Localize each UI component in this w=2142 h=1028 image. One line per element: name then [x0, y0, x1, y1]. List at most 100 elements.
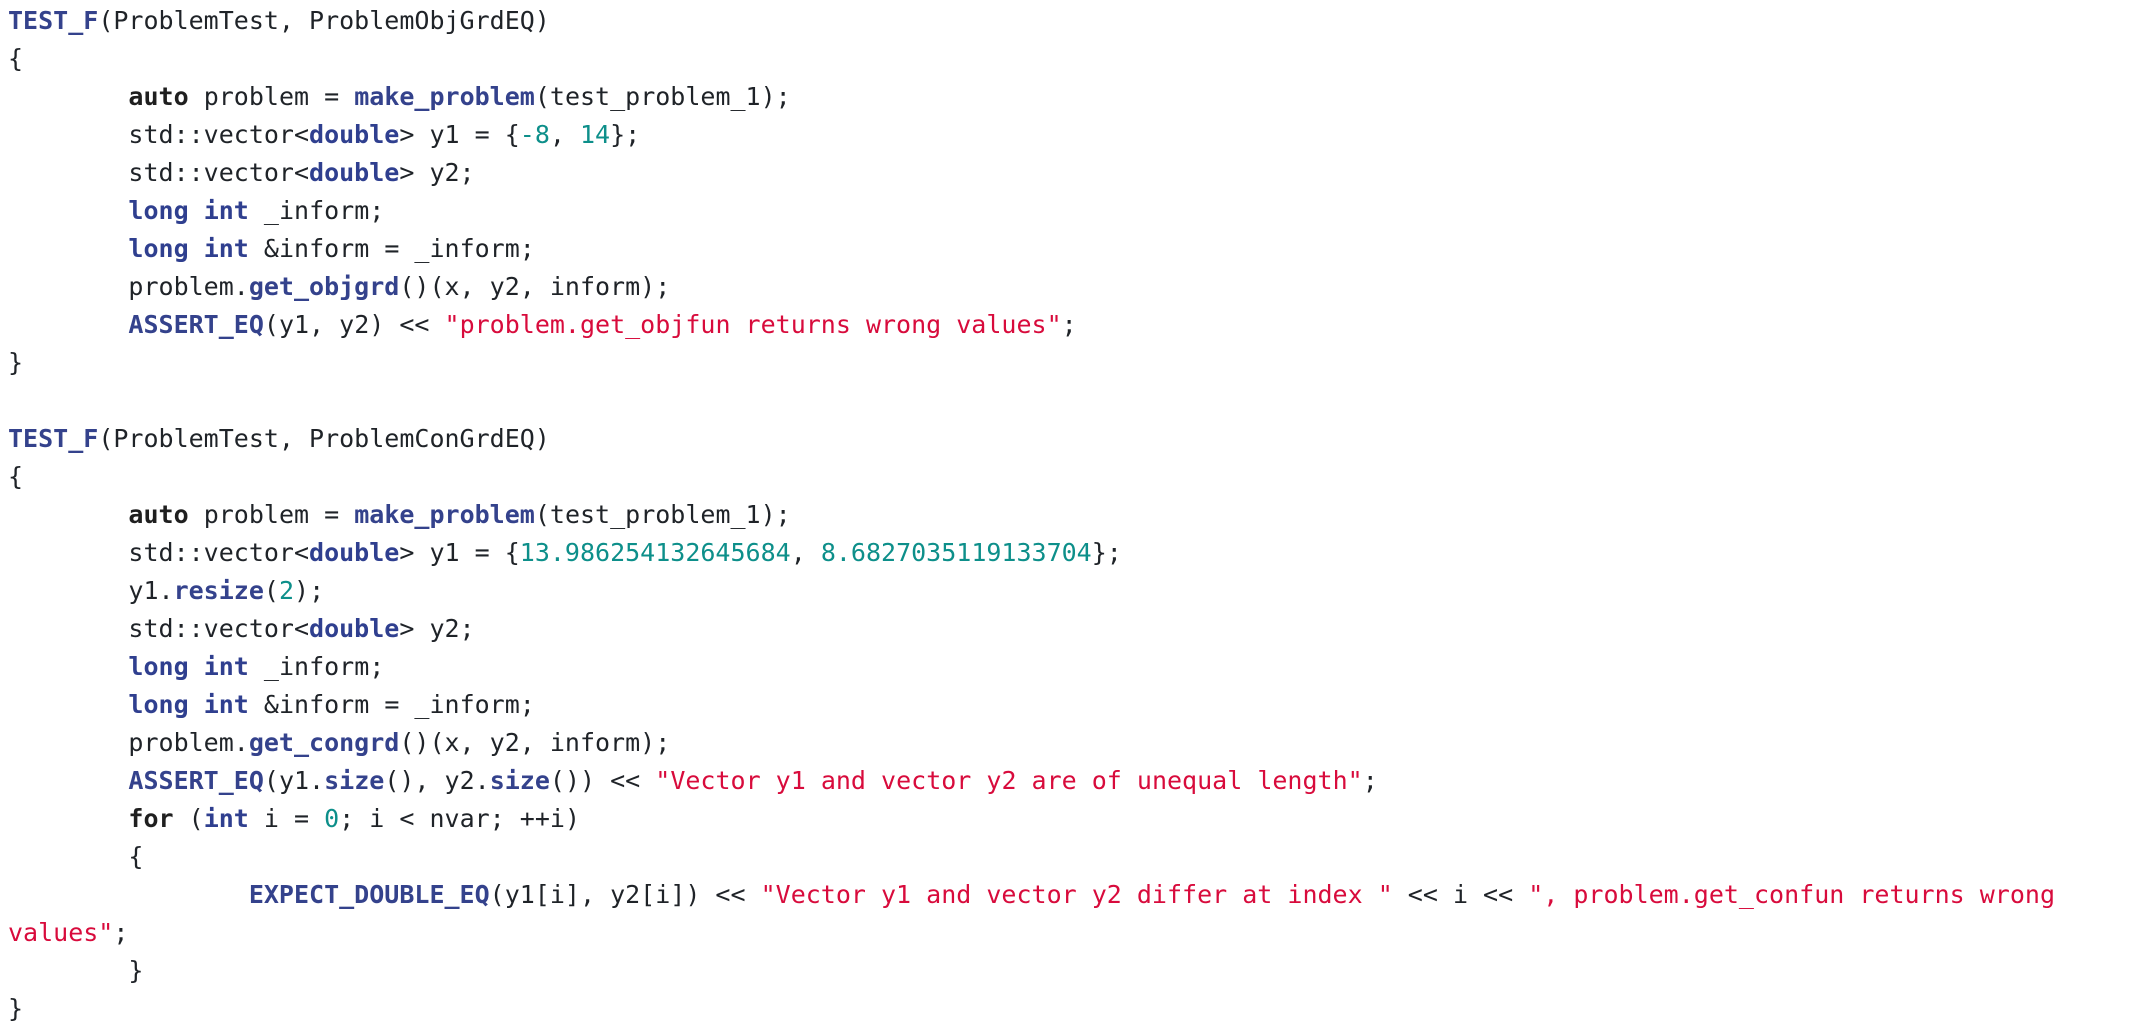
code-line: auto problem = make_problem(test_problem…	[8, 496, 2138, 534]
code-token: _inform;	[248, 196, 385, 225]
code-token: int	[203, 652, 249, 681]
code-token: (ProblemTest, ProblemConGrdEQ)	[98, 424, 550, 453]
code-token: 0	[324, 804, 340, 833]
code-token: problem.	[8, 272, 249, 301]
code-token: -8	[519, 120, 550, 149]
code-line: long int &inform = _inform;	[8, 230, 2138, 268]
code-token: (	[263, 576, 279, 605]
code-line: }	[8, 344, 2138, 382]
code-token: auto	[128, 82, 189, 111]
code-token: double	[309, 614, 400, 643]
code-line: ASSERT_EQ(y1.size(), y2.size()) << "Vect…	[8, 762, 2138, 800]
code-token: int	[203, 234, 249, 263]
code-line: TEST_F(ProblemTest, ProblemObjGrdEQ)	[8, 2, 2138, 40]
code-line: std::vector<double> y1 = {-8, 14};	[8, 116, 2138, 154]
code-token: std::vector<	[8, 614, 310, 643]
code-token: ASSERT_EQ	[128, 310, 264, 339]
code-token: double	[309, 158, 400, 187]
code-token: double	[309, 120, 400, 149]
code-token: ,	[790, 538, 821, 567]
code-token: }	[8, 956, 144, 985]
code-token: int	[203, 804, 249, 833]
code-token: for	[128, 804, 174, 833]
code-token: resize	[173, 576, 264, 605]
code-token: ()(x, y2, inform);	[399, 272, 671, 301]
code-token: (test_problem_1);	[534, 82, 791, 111]
code-line: std::vector<double> y1 = {13.98625413264…	[8, 534, 2138, 572]
code-token: make_problem	[354, 500, 535, 529]
code-token: problem.	[8, 728, 249, 757]
code-token: {	[8, 842, 144, 871]
code-token: }	[8, 348, 24, 377]
code-token: (y1, y2) <<	[263, 310, 445, 339]
code-token: 13.986254132645684	[519, 538, 791, 567]
code-token: int	[203, 196, 249, 225]
code-line: long int _inform;	[8, 192, 2138, 230]
code-token: EXPECT_DOUBLE_EQ	[248, 880, 490, 909]
code-token: {	[8, 462, 24, 491]
code-line: ASSERT_EQ(y1, y2) << "problem.get_objfun…	[8, 306, 2138, 344]
code-token: << i <<	[1392, 880, 1529, 909]
code-token: long	[128, 652, 189, 681]
code-token: int	[203, 690, 249, 719]
code-line: values";	[8, 914, 2138, 952]
code-token: TEST_F	[8, 424, 99, 453]
code-token: values"	[8, 918, 114, 947]
code-token: "Vector y1 and vector y2 are of unequal …	[655, 766, 1363, 795]
code-token: ;	[113, 918, 129, 947]
code-line: for (int i = 0; i < nvar; ++i)	[8, 800, 2138, 838]
code-token: "Vector y1 and vector y2 differ at index…	[760, 880, 1393, 909]
code-token: };	[1091, 538, 1122, 567]
code-token: long	[128, 690, 189, 719]
code-token: problem =	[188, 82, 355, 111]
code-line: {	[8, 458, 2138, 496]
code-token: size	[324, 766, 385, 795]
code-line: long int _inform;	[8, 648, 2138, 686]
code-token: ,	[549, 120, 580, 149]
code-line: auto problem = make_problem(test_problem…	[8, 78, 2138, 116]
code-token: ASSERT_EQ	[128, 766, 264, 795]
code-token: (test_problem_1);	[534, 500, 791, 529]
code-token: };	[610, 120, 641, 149]
code-line: long int &inform = _inform;	[8, 686, 2138, 724]
code-line: }	[8, 990, 2138, 1028]
code-token: _inform;	[248, 652, 385, 681]
code-token: "problem.get_objfun returns wrong values…	[444, 310, 1062, 339]
code-token: (y1.	[263, 766, 325, 795]
code-token: }	[8, 994, 24, 1023]
code-token: size	[489, 766, 550, 795]
code-token: &inform = _inform;	[248, 690, 535, 719]
code-line: TEST_F(ProblemTest, ProblemConGrdEQ)	[8, 420, 2138, 458]
code-token: double	[309, 538, 400, 567]
code-token: > y2;	[399, 614, 475, 643]
code-token: get_congrd	[248, 728, 400, 757]
code-token: &inform = _inform;	[248, 234, 535, 263]
code-token: make_problem	[354, 82, 535, 111]
code-token: > y1 = {	[399, 120, 520, 149]
code-line: }	[8, 952, 2138, 990]
code-token: (), y2.	[384, 766, 490, 795]
code-token: > y1 = {	[399, 538, 520, 567]
code-token: TEST_F	[8, 6, 99, 35]
code-token: std::vector<	[8, 538, 310, 567]
code-token: (	[173, 804, 204, 833]
code-token: auto	[128, 500, 189, 529]
code-block: TEST_F(ProblemTest, ProblemObjGrdEQ) { au…	[8, 2, 2138, 1028]
code-line: std::vector<double> y2;	[8, 154, 2138, 192]
code-token: problem =	[188, 500, 355, 529]
code-line: problem.get_objgrd()(x, y2, inform);	[8, 268, 2138, 306]
code-line: problem.get_congrd()(x, y2, inform);	[8, 724, 2138, 762]
code-token: ;	[1362, 766, 1378, 795]
code-token: > y2;	[399, 158, 475, 187]
